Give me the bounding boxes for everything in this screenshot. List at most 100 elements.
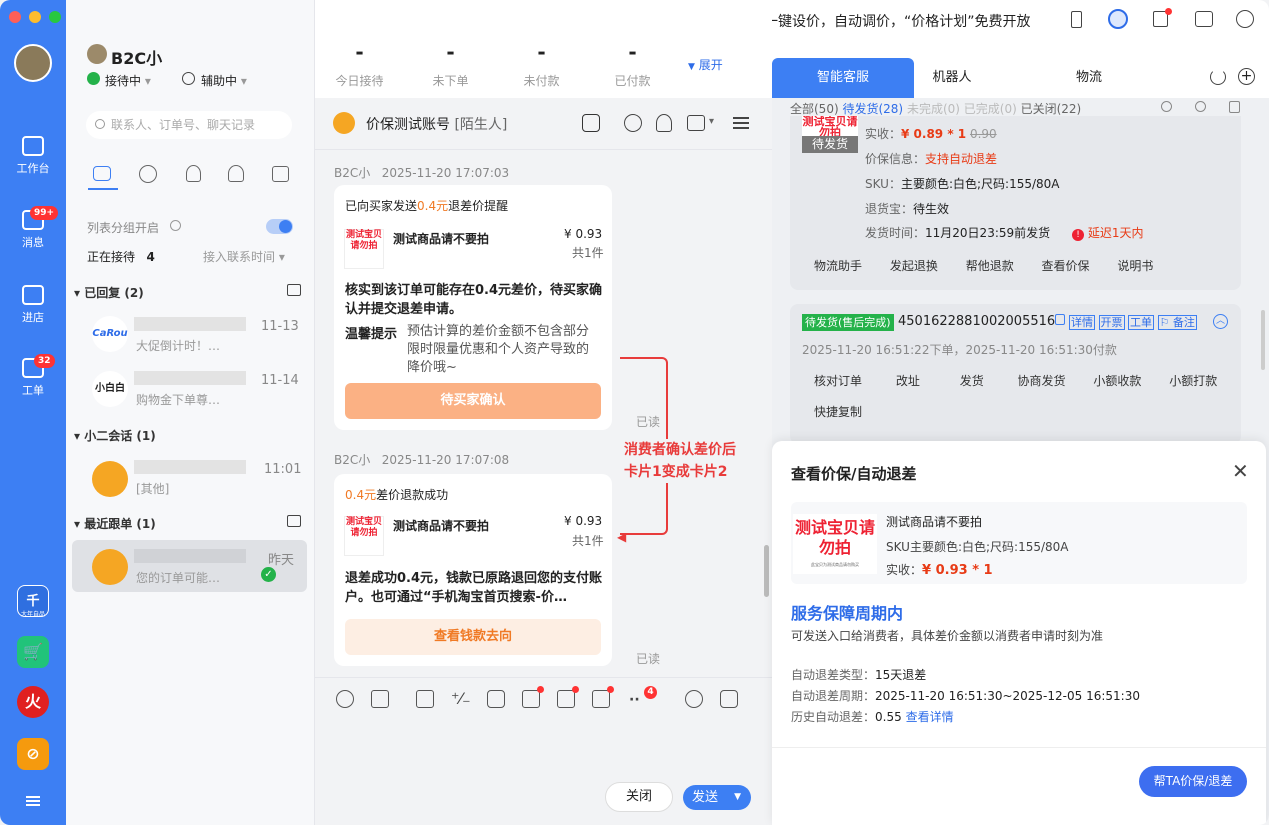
window-close-button[interactable] xyxy=(9,11,21,23)
status-receiving-dropdown[interactable]: 接待中 ▾ xyxy=(105,72,151,89)
basket-icon[interactable] xyxy=(287,284,301,296)
reload-icon[interactable] xyxy=(1161,101,1172,112)
window-minimize-button[interactable] xyxy=(29,11,41,23)
send-dropdown-icon[interactable]: ▼ xyxy=(734,785,741,810)
sort-dropdown[interactable]: 接入联系时间 ▾ xyxy=(203,248,285,265)
change-address-button[interactable]: 改址 xyxy=(877,369,938,393)
filter-all[interactable]: 全部(50) xyxy=(790,102,839,116)
copy-icon[interactable] xyxy=(1055,314,1065,325)
scissors-icon[interactable] xyxy=(371,690,389,708)
invoice-tag[interactable]: 开票 xyxy=(1098,315,1125,330)
help-icon[interactable] xyxy=(170,220,181,231)
search-icon[interactable] xyxy=(1195,101,1206,112)
close-icon[interactable]: ✕ xyxy=(1232,461,1249,481)
order-number[interactable]: 4501622881002005516 xyxy=(898,314,1055,329)
shirt-icon[interactable] xyxy=(1195,11,1213,27)
detail-tag[interactable]: 详情 xyxy=(1069,315,1095,330)
filter-complete[interactable]: 已完成(0) xyxy=(964,102,1017,116)
awaiting-buyer-button[interactable]: 待买家确认 xyxy=(345,383,601,419)
search-input[interactable]: 联系人、订单号、聊天记录 xyxy=(86,111,292,139)
invoice-icon[interactable] xyxy=(557,686,579,708)
history-icon[interactable] xyxy=(720,690,738,708)
contact-tab-icon[interactable] xyxy=(186,165,201,182)
group-xiaoer[interactable]: ▾ 小二会话 (1) xyxy=(74,427,156,444)
link-icon[interactable]: ⊘ xyxy=(17,738,49,770)
share-icon[interactable] xyxy=(685,690,703,708)
settings-icon[interactable] xyxy=(1236,10,1254,28)
conversation-item-selected[interactable]: 昨天 您的订单可能… ✓ xyxy=(72,540,307,592)
logistics-helper-button[interactable]: 物流助手 xyxy=(802,254,875,278)
rail-item-messages[interactable]: 消息 99+ xyxy=(0,206,66,250)
tab-smart-service[interactable]: 智能客服 xyxy=(772,58,914,98)
small-pay-button[interactable]: 小额打款 xyxy=(1157,369,1230,393)
verify-order-button[interactable]: 核对订单 xyxy=(802,369,875,393)
group-tab-icon[interactable] xyxy=(228,165,244,182)
add-task-icon[interactable] xyxy=(592,686,614,708)
chat-scrollbar[interactable] xyxy=(764,545,769,597)
exchange-button[interactable]: 发起退换 xyxy=(877,254,950,278)
robot-icon[interactable] xyxy=(582,114,600,132)
ticket-tag[interactable]: 工单 xyxy=(1128,315,1154,330)
right-scrollbar[interactable] xyxy=(1261,310,1265,370)
history-tab-icon[interactable] xyxy=(139,165,157,183)
note-tag[interactable]: ⚐ 备注 xyxy=(1157,315,1197,330)
status-assist-dropdown[interactable]: 辅助中 ▾ xyxy=(201,72,247,89)
filter-closed[interactable]: 已关闭(22) xyxy=(1021,102,1082,116)
tag-icon[interactable] xyxy=(522,686,544,708)
upload-icon[interactable] xyxy=(416,690,434,708)
notice-text[interactable]: 一键设价，自动调价，“价格计划”免费开放 xyxy=(764,11,1031,31)
window-maximize-button[interactable] xyxy=(49,11,61,23)
conversation-item[interactable]: 11:01 [其他] xyxy=(72,452,307,504)
more-icon[interactable]: ·· xyxy=(629,692,640,708)
add-contact-icon[interactable] xyxy=(656,114,672,132)
chat-tab-icon[interactable] xyxy=(93,166,111,181)
org-tab-icon[interactable] xyxy=(272,166,289,182)
negotiate-ship-button[interactable]: 协商发货 xyxy=(1005,369,1078,393)
add-icon[interactable]: + xyxy=(1238,68,1255,85)
filter-incomplete[interactable]: 未完成(0) xyxy=(907,102,960,116)
rail-item-workbench[interactable]: 工作台 xyxy=(0,136,66,176)
phone-icon[interactable] xyxy=(1071,11,1082,28)
coupon-icon[interactable] xyxy=(487,690,505,708)
menu-icon[interactable] xyxy=(733,117,749,129)
price-protect-button[interactable]: 查看价保 xyxy=(1029,254,1102,278)
task-icon[interactable] xyxy=(687,115,705,131)
group-recent-follow[interactable]: ▾ 最近跟单 (1) xyxy=(74,515,156,532)
view-detail-link[interactable]: 查看详情 xyxy=(906,710,954,724)
quick-copy-button[interactable]: 快捷复制 xyxy=(802,400,875,424)
refresh-icon[interactable] xyxy=(1210,69,1226,85)
basket-icon[interactable] xyxy=(287,515,301,527)
group-toggle-switch[interactable] xyxy=(266,219,293,234)
tab-logistics[interactable]: 物流 xyxy=(1054,58,1124,98)
emoji-icon[interactable] xyxy=(336,690,354,708)
conversation-item[interactable]: CaRou 11-13 大促倒计时！… xyxy=(72,308,307,360)
close-button[interactable]: 关闭 xyxy=(605,782,673,812)
refresh-icon[interactable] xyxy=(624,114,642,132)
document-icon[interactable] xyxy=(1153,8,1172,27)
filter-to-ship[interactable]: 待发货(28) xyxy=(842,102,903,116)
user-avatar[interactable] xyxy=(14,44,52,82)
headset-icon[interactable] xyxy=(1108,9,1128,29)
help-price-protect-button[interactable]: 帮TA价保/退差 xyxy=(1139,766,1247,797)
menu-icon[interactable] xyxy=(26,796,40,806)
refund-button[interactable]: 帮他退款 xyxy=(953,254,1026,278)
ship-button[interactable]: 发货 xyxy=(941,369,1002,393)
rail-item-tickets[interactable]: 工单 32 xyxy=(0,354,66,398)
send-button[interactable]: 发送 ▼ xyxy=(683,785,751,810)
cart-icon[interactable]: 🛒 xyxy=(17,636,49,668)
small-collect-button[interactable]: 小额收款 xyxy=(1081,369,1154,393)
task-dropdown-icon[interactable]: ▾ xyxy=(709,116,714,127)
calc-icon[interactable]: ⁺⁄₋ xyxy=(451,690,471,708)
return-value: 待生效 xyxy=(913,202,950,216)
fire-icon[interactable]: 火 xyxy=(17,686,49,718)
tab-robot[interactable]: 机器人 xyxy=(914,58,990,98)
conversation-item[interactable]: 小白白 11-14 购物金下单尊… xyxy=(72,363,307,415)
collapse-icon[interactable]: ︿ xyxy=(1213,314,1228,329)
popup-rows: 自动退差类型：15天退差 自动退差周期：2025-11-20 16:51:30~… xyxy=(791,665,1140,728)
expand-button[interactable]: ▼ 展开 xyxy=(688,56,723,73)
list-icon[interactable] xyxy=(1229,101,1240,113)
view-refund-button[interactable]: 查看钱款去向 xyxy=(345,619,601,655)
group-replied[interactable]: ▾ 已回复 (2) xyxy=(74,284,144,301)
manual-button[interactable]: 说明书 xyxy=(1105,254,1166,278)
rail-item-store[interactable]: 进店 xyxy=(0,285,66,325)
